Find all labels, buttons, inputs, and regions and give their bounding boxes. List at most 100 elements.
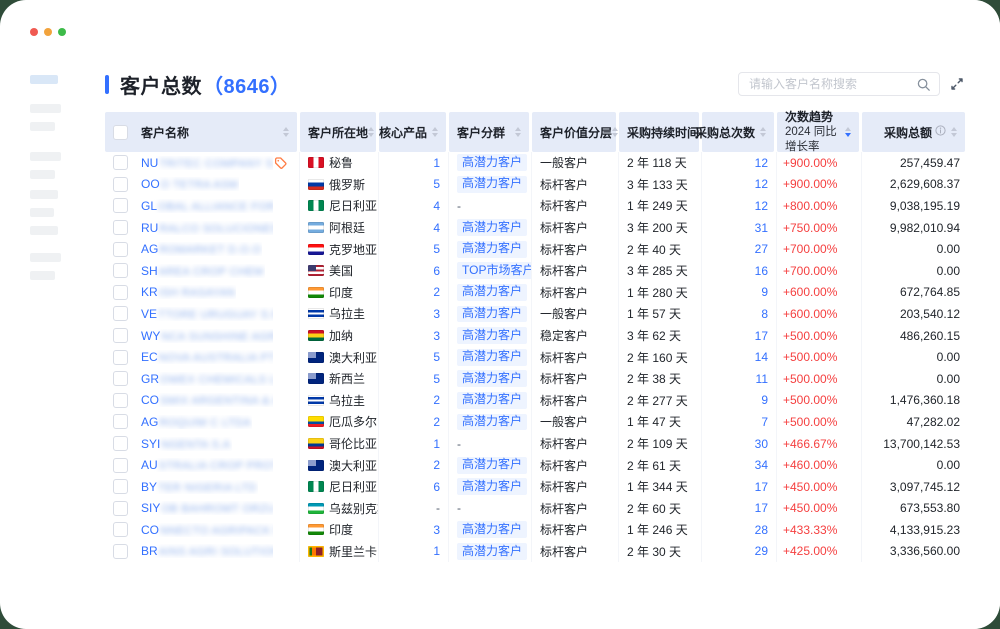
core-products-count[interactable]: 3 [433,307,440,321]
column-header-count[interactable]: 采购总次数 [702,112,774,152]
purchase-count[interactable]: 28 [755,523,768,537]
segment-tag[interactable]: 高潜力客户 [457,414,527,431]
core-products-count[interactable]: 1 [433,437,440,451]
segment-tag[interactable]: 高潜力客户 [457,241,527,258]
sidebar-item-skeleton[interactable] [30,190,58,199]
row-checkbox[interactable] [113,371,128,386]
sidebar-item-skeleton[interactable] [30,104,61,113]
row-checkbox[interactable] [113,177,128,192]
core-products-count[interactable]: 1 [433,156,440,170]
core-products-count[interactable]: 5 [433,372,440,386]
customer-name-link[interactable]: SYINGENTA S.A [141,437,232,451]
table-row[interactable]: AUSTRALIA CROP PROTECTIONP...澳大利亚2高潜力客户标… [105,454,965,476]
row-checkbox[interactable] [113,544,128,559]
table-row[interactable]: BYTER NIGERIA LTD尼日利亚6高潜力客户标杆客户1 年 344 天… [105,476,965,498]
column-header-duration[interactable]: 采购持续时间 [619,112,699,152]
sort-caret-icon[interactable] [432,127,438,137]
purchase-count[interactable]: 12 [755,156,768,170]
search-box[interactable] [738,72,940,96]
table-row[interactable]: GROWEX CHEMICALS LIMITED新西兰5高潜力客户标杆客户2 年… [105,368,965,390]
core-products-count[interactable]: 5 [433,350,440,364]
sidebar-item-skeleton[interactable] [30,152,61,161]
sidebar-item-active-skeleton[interactable] [30,75,58,84]
row-checkbox[interactable] [113,306,128,321]
segment-tag[interactable]: 高潜力客户 [457,327,527,344]
table-row[interactable]: WYNCA SUNSHINE AGRO PRODU...加纳3高潜力客户稳定客户… [105,325,965,347]
customer-name-link[interactable]: SHAREA CROP CHEM [141,264,265,278]
sort-caret-icon[interactable] [612,127,618,137]
column-header-trend[interactable]: 次数趋势2024 同比增长率 [777,112,859,152]
table-row[interactable]: ECNOVA AUSTRALIA PTY LIMITED澳大利亚5高潜力客户标杆… [105,346,965,368]
core-products-count[interactable]: 1 [433,544,440,558]
core-products-count[interactable]: 2 [433,415,440,429]
column-header-products[interactable]: 核心产品 [379,112,446,152]
row-checkbox[interactable] [113,242,128,257]
core-products-count[interactable]: 2 [433,285,440,299]
table-row[interactable]: KRISH RASAYAN印度2高潜力客户标杆客户1 年 280 天9+600.… [105,282,965,304]
search-input[interactable] [747,76,916,92]
search-icon[interactable] [916,77,931,92]
customer-name-link[interactable]: BRAINS AGRI SOLUTIONS PVTLTD [141,544,273,558]
sort-caret-icon[interactable] [368,127,374,137]
purchase-count[interactable]: 12 [755,177,768,191]
customer-name-link[interactable]: VETTORE URUGUAY S.R.L [141,307,273,321]
tag-icon[interactable] [274,156,287,169]
select-all-checkbox[interactable] [113,125,128,140]
sort-caret-icon[interactable] [951,127,957,137]
row-checkbox[interactable] [113,328,128,343]
column-header-location[interactable]: 客户所在地 [300,112,376,152]
sidebar-item-skeleton[interactable] [30,122,55,131]
sort-caret-icon[interactable] [845,127,851,137]
table-row[interactable]: SHAREA CROP CHEM美国6TOP市场客户标杆客户3 年 285 天1… [105,260,965,282]
table-row[interactable]: OOO TETRA ASM俄罗斯5高潜力客户+1标杆客户3 年 133 天12+… [105,174,965,196]
customer-name-link[interactable]: AGROQUIM C LTDA [141,415,252,429]
purchase-count[interactable]: 12 [755,199,768,213]
segment-tag[interactable]: 高潜力客户 [457,457,527,474]
segment-tag[interactable]: 高潜力客户 [457,370,527,387]
table-row[interactable]: AGROQUIM C LTDA厄瓜多尔2高潜力客户+1一般客户1 年 47 天7… [105,411,965,433]
customer-name-link[interactable]: COSMIX ARGENTINA & AGROR... [141,393,273,407]
row-checkbox[interactable] [113,501,128,516]
segment-tag[interactable]: 高潜力客户 [457,306,527,323]
customer-name-link[interactable]: GLOBAL ALLIANCE FOR CHEMICA... [141,199,273,213]
core-products-count[interactable]: 4 [433,199,440,213]
column-header-name[interactable]: 客户名称 [105,112,297,152]
column-header-amount[interactable]: 采购总额 [862,112,965,152]
purchase-count[interactable]: 30 [755,437,768,451]
purchase-count[interactable]: 27 [755,242,768,256]
segment-tag[interactable]: 高潜力客户 [457,176,527,193]
purchase-count[interactable]: 16 [755,264,768,278]
sidebar-item-skeleton[interactable] [30,208,54,217]
segment-tag[interactable]: 高潜力客户 [457,284,527,301]
purchase-count[interactable]: 9 [761,393,768,407]
segment-tag[interactable]: 高潜力客户 [457,154,527,171]
row-checkbox[interactable] [113,220,128,235]
core-products-count[interactable]: 3 [433,523,440,537]
expand-icon[interactable] [949,76,965,92]
customer-name-link[interactable]: RURALCO SOLUCIONES S.A [141,221,273,235]
customer-name-link[interactable]: NUTRITEC COMPANY S.A.C [141,156,273,170]
segment-tag[interactable]: 高潜力客户 [457,219,527,236]
segment-tag[interactable]: 高潜力客户 [457,478,527,495]
table-row[interactable]: NUTRITEC COMPANY S.A.C秘鲁1高潜力客户一般客户2 年 11… [105,152,965,174]
purchase-count[interactable]: 31 [755,221,768,235]
sidebar-item-skeleton[interactable] [30,271,55,280]
sidebar-item-skeleton[interactable] [30,253,61,262]
table-row[interactable]: AGROMARKET D.O.O克罗地亚5高潜力客户标杆客户2 年 40 天27… [105,238,965,260]
customer-name-link[interactable]: AGROMARKET D.O.O [141,242,262,256]
row-checkbox[interactable] [113,393,128,408]
customer-name-link[interactable]: BYTER NIGERIA LTD [141,480,258,494]
core-products-count[interactable]: 4 [433,221,440,235]
table-row[interactable]: SIYOB BAHROMT ORZU FERMERX...乌兹别克斯坦--标杆客… [105,498,965,520]
core-products-count[interactable]: 5 [433,242,440,256]
core-products-count[interactable]: 3 [433,329,440,343]
table-row[interactable]: BRAINS AGRI SOLUTIONS PVTLTD斯里兰卡1高潜力客户标杆… [105,541,965,563]
column-header-tier[interactable]: 客户价值分层 [532,112,616,152]
sort-caret-icon[interactable] [515,127,521,137]
purchase-count[interactable]: 8 [761,307,768,321]
row-checkbox[interactable] [113,522,128,537]
sort-caret-icon[interactable] [760,127,766,137]
core-products-count[interactable]: 2 [433,458,440,472]
row-checkbox[interactable] [113,350,128,365]
column-header-segment[interactable]: 客户分群 [449,112,529,152]
